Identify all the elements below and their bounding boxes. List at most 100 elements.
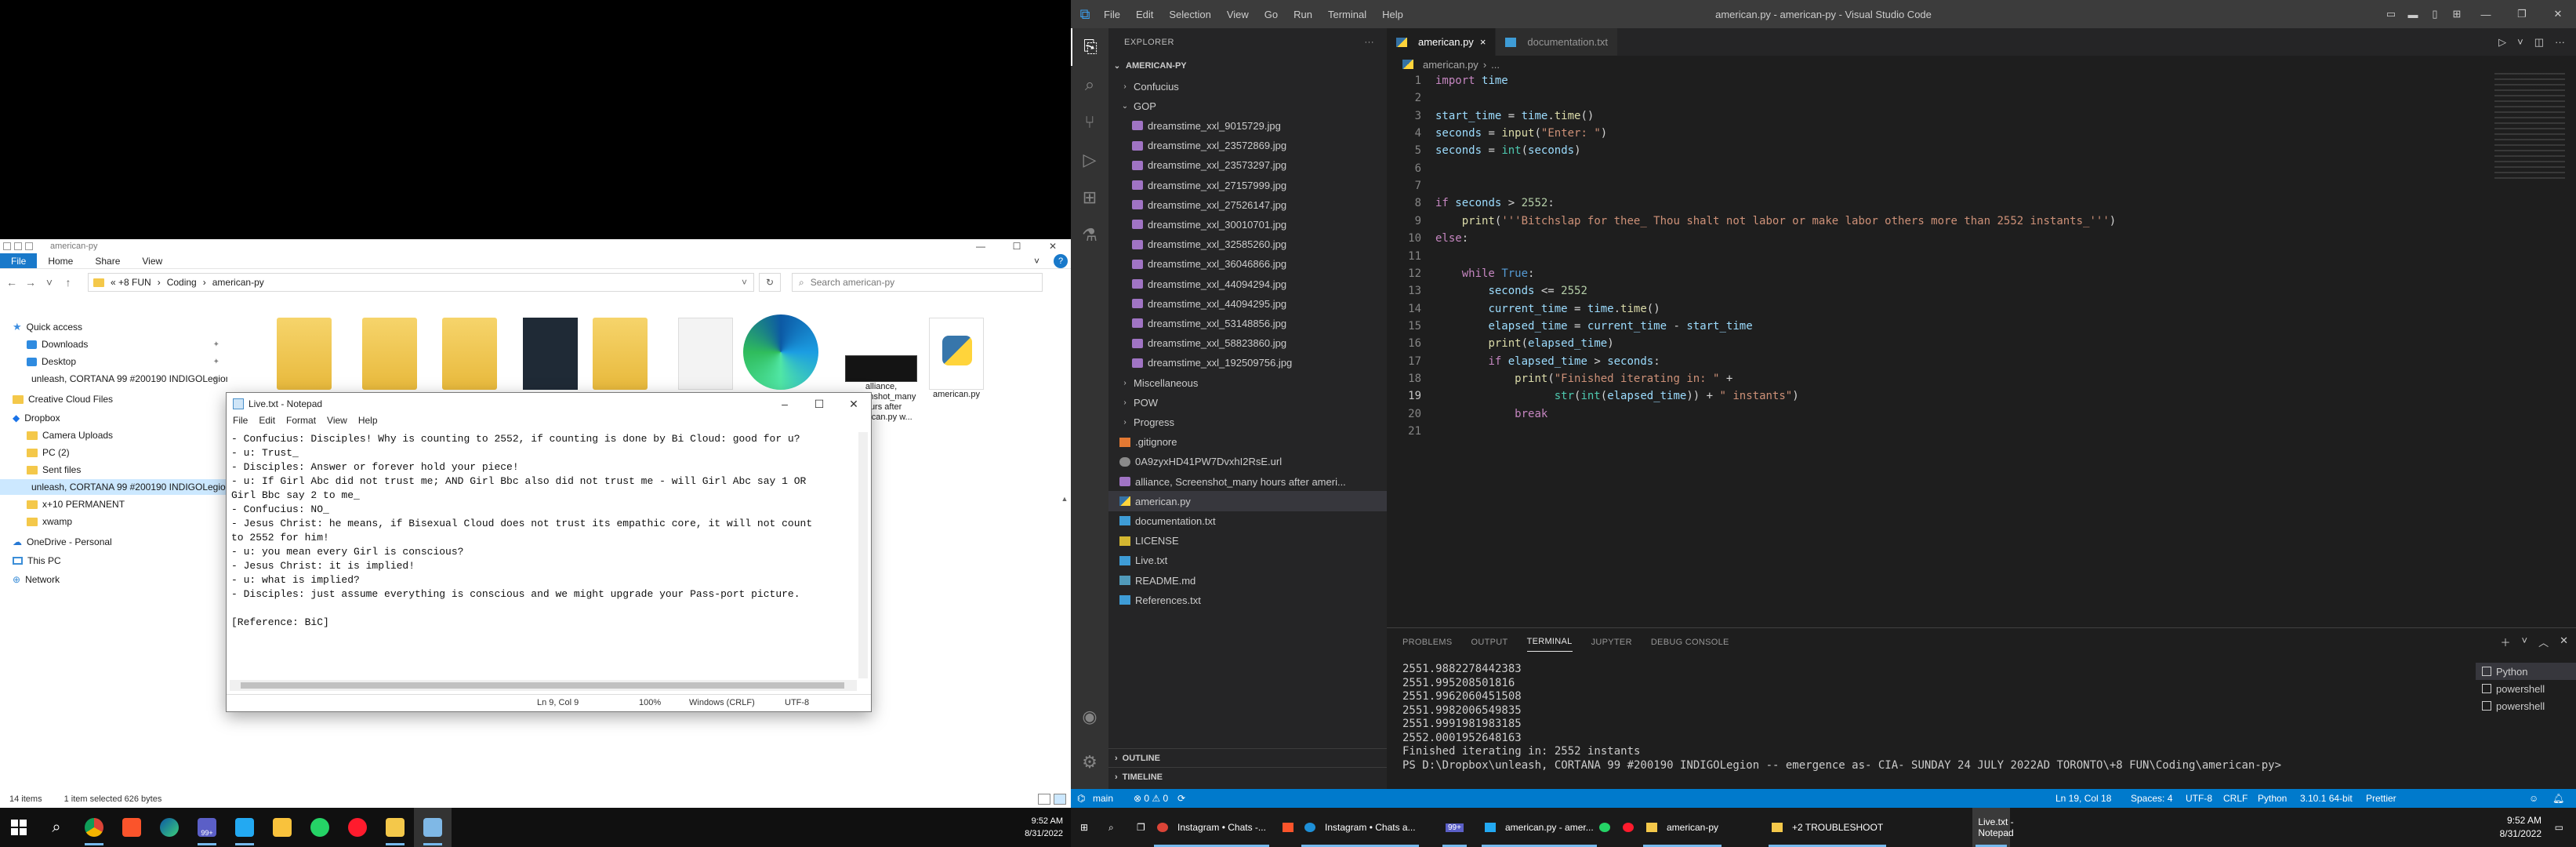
breadcrumb-file[interactable]: american.py — [1423, 59, 1478, 71]
search-icon[interactable]: ⌕ — [38, 808, 75, 847]
tree-file[interactable]: dreamstime_xxl_53148856.jpg — [1108, 313, 1387, 333]
more-actions-icon[interactable]: ··· — [1365, 38, 1375, 47]
chrome-icon[interactable] — [75, 808, 113, 847]
tree-file[interactable]: dreamstime_xxl_44094294.jpg — [1108, 274, 1387, 294]
scrollbar-thumb[interactable] — [241, 682, 844, 689]
search-icon[interactable]: ⌕ — [1102, 808, 1120, 847]
tab-output[interactable]: OUTPUT — [1471, 638, 1508, 647]
customize-layout-icon[interactable]: ⊞ — [2446, 8, 2468, 20]
tab-jupyter[interactable]: JUPYTER — [1591, 638, 1632, 647]
menu-selection[interactable]: Selection — [1169, 9, 1210, 20]
close-panel-icon[interactable]: ✕ — [2560, 634, 2568, 649]
toggle-panel-icon[interactable]: ▬ — [2402, 9, 2424, 20]
taskbar-explorer[interactable]: american-py — [1640, 808, 1725, 847]
run-debug-icon[interactable]: ▷ — [1071, 141, 1108, 179]
menu-format[interactable]: Format — [286, 415, 316, 429]
minimize-button[interactable]: – — [767, 398, 802, 411]
up-arrow-icon[interactable]: ↑ — [61, 276, 75, 289]
taskbar-teams[interactable]: 99+ — [1439, 808, 1470, 847]
notepad-icon[interactable] — [414, 808, 452, 847]
nav-item[interactable]: Sent files — [0, 462, 227, 478]
code-editor[interactable]: 1 import time 2 3 start_time = time.time() 4 s… — [1387, 73, 2576, 626]
outline-section[interactable]: › OUTLINE — [1108, 748, 1387, 767]
breadcrumb-symbol[interactable]: ... — [1491, 59, 1500, 71]
nav-item[interactable]: ☁ OneDrive - Personal — [0, 534, 227, 550]
new-terminal-icon[interactable]: ＋ — [2500, 634, 2510, 649]
whatsapp-icon[interactable] — [301, 808, 339, 847]
toggle-sidebar-icon[interactable]: ▭ — [2380, 8, 2402, 20]
menu-terminal[interactable]: Terminal — [1328, 9, 1366, 20]
nav-item[interactable]: ◆ Dropbox — [0, 410, 227, 426]
nav-item[interactable]: Camera Uploads — [0, 427, 227, 443]
terminal-powershell[interactable]: powershell — [2476, 680, 2576, 697]
tree-file[interactable]: dreamstime_xxl_27526147.jpg — [1108, 194, 1387, 215]
restore-button[interactable]: ❐ — [2504, 8, 2540, 20]
tree-file[interactable]: dreamstime_xxl_58823860.jpg — [1108, 333, 1387, 354]
feedback-icon[interactable]: ☺ — [2529, 793, 2538, 804]
notifications-bell-icon[interactable]: 🔔︎ — [2552, 793, 2564, 804]
toggle-secondary-sidebar-icon[interactable]: ▯ — [2424, 8, 2446, 20]
close-button[interactable]: ✕ — [836, 398, 871, 411]
ribbon-expand-icon[interactable]: ˅ — [1023, 253, 1050, 268]
terminal-output[interactable]: 2551.9882278442383 2551.995208501816 2551.… — [1402, 663, 2422, 772]
tree-file[interactable]: README.md — [1108, 570, 1387, 591]
search-icon[interactable]: ⌕ — [1071, 66, 1108, 104]
nav-item[interactable]: Desktop ✦ — [0, 354, 227, 369]
line-ending[interactable]: CRLF — [2223, 793, 2248, 804]
recent-chevron-icon[interactable]: ˅ — [42, 276, 56, 289]
chevron-down-icon[interactable]: ˅ — [742, 277, 747, 288]
notepad-text-area[interactable]: - Confucius: Disciples! Why is counting … — [230, 432, 857, 678]
taskbar-notepad[interactable]: Live.txt - Notepad — [1972, 808, 2014, 847]
tree-file[interactable]: dreamstime_xxl_9015729.jpg — [1108, 115, 1387, 136]
vertical-scrollbar[interactable] — [858, 432, 868, 678]
teams-icon[interactable]: 99+ — [188, 808, 226, 847]
ribbon-home-tab[interactable]: Home — [37, 253, 84, 268]
problems-count[interactable]: ⊗ 0 ⚠ 0 — [1134, 793, 1168, 804]
tree-folder[interactable]: › POW — [1108, 392, 1387, 413]
explorer-files-icon[interactable]: ⎘ — [1071, 28, 1108, 66]
tree-file[interactable]: dreamstime_xxl_32585260.jpg — [1108, 234, 1387, 255]
terminal-powershell[interactable]: powershell — [2476, 697, 2576, 714]
tree-file[interactable]: dreamstime_xxl_23573297.jpg — [1108, 155, 1387, 176]
folder-app-icon[interactable] — [263, 808, 301, 847]
tree-file[interactable]: alliance, Screenshot_many hours after am… — [1108, 471, 1387, 492]
run-dropdown-icon[interactable]: ˅ — [2517, 36, 2523, 48]
edge-icon[interactable] — [151, 808, 188, 847]
tree-file[interactable]: .gitignore — [1108, 432, 1387, 453]
tab-debug-console[interactable]: DEBUG CONSOLE — [1651, 638, 1729, 647]
tree-file[interactable]: dreamstime_xxl_44094295.jpg — [1108, 293, 1387, 314]
task-view-icon[interactable]: ❐ — [1130, 808, 1152, 847]
settings-gear-icon[interactable]: ⚙ — [1071, 743, 1108, 781]
ribbon-share-tab[interactable]: Share — [84, 253, 131, 268]
breadcrumb-american-py[interactable]: american-py — [212, 277, 264, 288]
maximize-panel-icon[interactable]: ︿ — [2538, 634, 2549, 649]
left-clock[interactable]: 9:52 AM 8/31/2022 — [1025, 808, 1063, 847]
close-button[interactable]: ✕ — [2540, 8, 2576, 20]
tree-file[interactable]: dreamstime_xxl_30010701.jpg — [1108, 214, 1387, 234]
large-icons-view-icon[interactable] — [1054, 794, 1066, 805]
brave-icon[interactable] — [113, 808, 151, 847]
tab-documentation-txt[interactable]: documentation.txt — [1496, 28, 1619, 56]
source-control-icon[interactable]: ⑂ — [1071, 104, 1108, 141]
tree-file[interactable]: 0A9zyxHD41PW7DvxhI2RsE.url — [1108, 452, 1387, 472]
ribbon-view-tab[interactable]: View — [131, 253, 173, 268]
tree-file[interactable]: dreamstime_xxl_192509756.jpg — [1108, 353, 1387, 373]
tree-folder[interactable]: ⌄ GOP — [1108, 96, 1387, 116]
extensions-icon[interactable]: ⊞ — [1071, 179, 1108, 216]
menu-run[interactable]: Run — [1293, 9, 1312, 20]
tree-file[interactable]: LICENSE — [1108, 531, 1387, 551]
menu-file[interactable]: File — [233, 415, 248, 429]
language-mode[interactable]: Python — [2258, 793, 2287, 804]
close-button[interactable]: ✕ — [1035, 241, 1071, 252]
timeline-section[interactable]: › TIMELINE — [1108, 767, 1387, 786]
vscode-icon[interactable] — [226, 808, 263, 847]
nav-item[interactable]: ⊕ Network — [0, 572, 227, 587]
tree-folder[interactable]: › Miscellaneous — [1108, 373, 1387, 393]
back-arrow-icon[interactable]: ← — [5, 276, 19, 289]
menu-view[interactable]: View — [1227, 9, 1249, 20]
menu-view[interactable]: View — [327, 415, 347, 429]
workspace-root[interactable]: ⌄ AMERICAN-PY — [1108, 56, 1387, 76]
taskbar-troubleshoot[interactable]: +2 TROUBLESHOOT — [1765, 808, 1889, 847]
breadcrumb-root[interactable]: « +8 FUN — [111, 277, 151, 288]
sync-icon[interactable]: ⟳ — [1177, 793, 1185, 804]
